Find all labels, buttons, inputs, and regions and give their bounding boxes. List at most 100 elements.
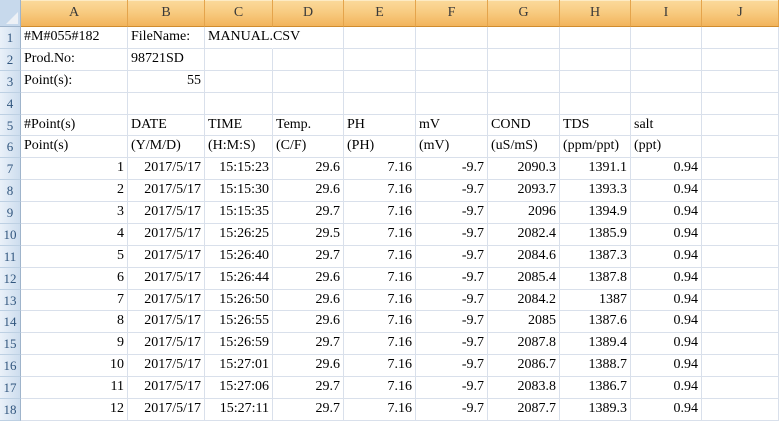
cell-I15[interactable]: 0.94: [631, 333, 702, 356]
row-header-4[interactable]: 4: [0, 92, 21, 115]
cell-F2[interactable]: [416, 48, 488, 71]
cell-A11[interactable]: 5: [21, 245, 128, 268]
row-header-18[interactable]: 18: [0, 398, 21, 421]
cell-E5[interactable]: PH: [344, 114, 416, 137]
cell-G7[interactable]: 2090.3: [488, 158, 560, 181]
cell-I2[interactable]: [631, 48, 702, 71]
cell-E6[interactable]: (PH): [344, 136, 416, 159]
row-header-11[interactable]: 11: [0, 245, 21, 268]
cell-B9[interactable]: 2017/5/17: [128, 202, 205, 224]
cell-C11[interactable]: 15:26:40: [205, 245, 273, 268]
cell-D5[interactable]: Temp.: [273, 114, 344, 137]
cell-B5[interactable]: DATE: [128, 114, 205, 137]
cell-C6[interactable]: (H:M:S): [205, 136, 273, 159]
cell-G18[interactable]: 2087.7: [488, 398, 560, 421]
cell-J17[interactable]: [702, 377, 779, 399]
cell-A5[interactable]: #Point(s): [21, 114, 128, 137]
column-header-G[interactable]: G: [488, 0, 560, 27]
cell-D12[interactable]: 29.6: [273, 267, 344, 290]
row-header-10[interactable]: 10: [0, 223, 21, 246]
row-header-17[interactable]: 17: [0, 377, 21, 399]
cell-D18[interactable]: 29.7: [273, 398, 344, 421]
cell-E12[interactable]: 7.16: [344, 267, 416, 290]
cell-E13[interactable]: 7.16: [344, 289, 416, 312]
cell-B11[interactable]: 2017/5/17: [128, 245, 205, 268]
cell-C13[interactable]: 15:26:50: [205, 289, 273, 312]
row-header-3[interactable]: 3: [0, 70, 21, 93]
cell-H4[interactable]: [560, 92, 631, 115]
cell-C2[interactable]: [205, 48, 273, 71]
cell-J11[interactable]: [702, 245, 779, 268]
cell-D3[interactable]: [273, 70, 344, 93]
cell-J16[interactable]: [702, 355, 779, 377]
row-header-2[interactable]: 2: [0, 48, 21, 71]
cell-B18[interactable]: 2017/5/17: [128, 398, 205, 421]
cell-C7[interactable]: 15:15:23: [205, 158, 273, 181]
cell-B6[interactable]: (Y/M/D): [128, 136, 205, 159]
column-header-F[interactable]: F: [416, 0, 488, 27]
cell-J6[interactable]: [702, 136, 779, 159]
cell-F12[interactable]: -9.7: [416, 267, 488, 290]
cell-E14[interactable]: 7.16: [344, 311, 416, 334]
cell-C8[interactable]: 15:15:30: [205, 180, 273, 202]
cell-G17[interactable]: 2083.8: [488, 377, 560, 399]
cell-I12[interactable]: 0.94: [631, 267, 702, 290]
cell-E15[interactable]: 7.16: [344, 333, 416, 356]
cell-H15[interactable]: 1389.4: [560, 333, 631, 356]
row-header-16[interactable]: 16: [0, 355, 21, 377]
cell-H13[interactable]: 1387: [560, 289, 631, 312]
cell-J3[interactable]: [702, 70, 779, 93]
cell-H9[interactable]: 1394.9: [560, 202, 631, 224]
cell-G1[interactable]: [488, 27, 560, 49]
cell-F13[interactable]: -9.7: [416, 289, 488, 312]
cell-C10[interactable]: 15:26:25: [205, 223, 273, 246]
cell-F16[interactable]: -9.7: [416, 355, 488, 377]
column-header-I[interactable]: I: [631, 0, 702, 27]
cell-B2[interactable]: 98721SD: [128, 48, 205, 71]
cell-A2[interactable]: Prod.No:: [21, 48, 128, 71]
cell-D8[interactable]: 29.6: [273, 180, 344, 202]
cell-C1[interactable]: MANUAL.CSV: [205, 27, 300, 49]
cell-F17[interactable]: -9.7: [416, 377, 488, 399]
cell-A15[interactable]: 9: [21, 333, 128, 356]
cell-D17[interactable]: 29.7: [273, 377, 344, 399]
cell-I14[interactable]: 0.94: [631, 311, 702, 334]
cell-G11[interactable]: 2084.6: [488, 245, 560, 268]
cell-F7[interactable]: -9.7: [416, 158, 488, 181]
row-header-15[interactable]: 15: [0, 333, 21, 356]
cell-A7[interactable]: 1: [21, 158, 128, 181]
row-header-6[interactable]: 6: [0, 136, 21, 159]
cell-J4[interactable]: [702, 92, 779, 115]
cell-I6[interactable]: (ppt): [631, 136, 702, 159]
cell-I10[interactable]: 0.94: [631, 223, 702, 246]
column-header-C[interactable]: C: [205, 0, 273, 27]
cell-H1[interactable]: [560, 27, 631, 49]
cell-F14[interactable]: -9.7: [416, 311, 488, 334]
cell-E3[interactable]: [344, 70, 416, 93]
cell-H2[interactable]: [560, 48, 631, 71]
cell-C15[interactable]: 15:26:59: [205, 333, 273, 356]
cell-J18[interactable]: [702, 398, 779, 421]
cell-H18[interactable]: 1389.3: [560, 398, 631, 421]
cell-H3[interactable]: [560, 70, 631, 93]
column-header-B[interactable]: B: [128, 0, 205, 27]
cell-E9[interactable]: 7.16: [344, 202, 416, 224]
cell-J1[interactable]: [702, 27, 779, 49]
cell-H14[interactable]: 1387.6: [560, 311, 631, 334]
cell-J13[interactable]: [702, 289, 779, 312]
cell-C3[interactable]: [205, 70, 273, 93]
cell-I17[interactable]: 0.94: [631, 377, 702, 399]
cell-A18[interactable]: 12: [21, 398, 128, 421]
cell-J9[interactable]: [702, 202, 779, 224]
cell-F5[interactable]: mV: [416, 114, 488, 137]
cell-C9[interactable]: 15:15:35: [205, 202, 273, 224]
cell-A1[interactable]: #M#055#182: [21, 27, 128, 49]
cell-C5[interactable]: TIME: [205, 114, 273, 137]
cell-A13[interactable]: 7: [21, 289, 128, 312]
cell-I9[interactable]: 0.94: [631, 202, 702, 224]
cell-G14[interactable]: 2085: [488, 311, 560, 334]
row-header-5[interactable]: 5: [0, 114, 21, 137]
cell-B4[interactable]: [128, 92, 205, 115]
cell-F4[interactable]: [416, 92, 488, 115]
cell-I5[interactable]: salt: [631, 114, 702, 137]
